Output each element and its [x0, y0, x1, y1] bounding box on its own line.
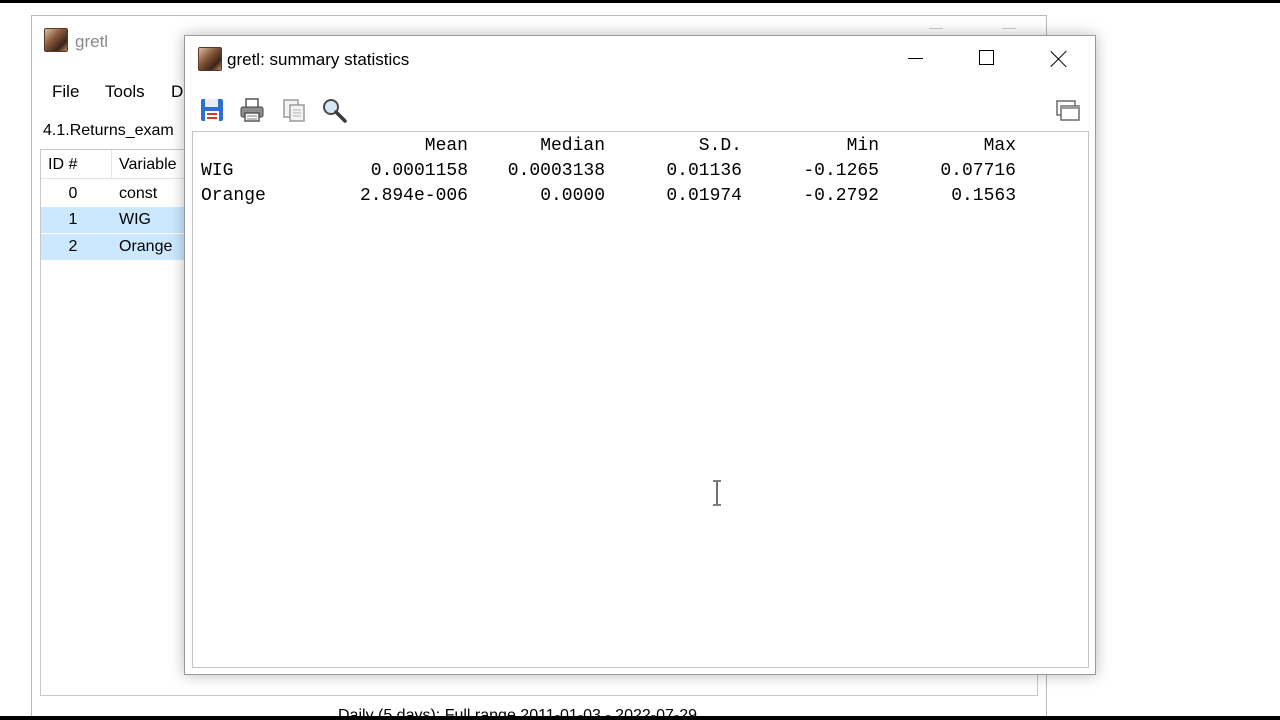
- minimize-button[interactable]: [885, 36, 945, 82]
- maximize-button[interactable]: [956, 36, 1016, 82]
- summary-statistics-table: Mean Median S.D. Min Max WIG 0.0001158 0…: [201, 133, 1016, 208]
- column-header-id[interactable]: ID #: [48, 156, 77, 174]
- cell-wig-median: 0.0003138: [507, 160, 605, 181]
- column-header-mean: Mean: [424, 135, 468, 156]
- cell-orange-min: -0.2792: [803, 185, 879, 206]
- variable-name: const: [119, 185, 158, 202]
- cell-orange-sd: 0.01974: [666, 185, 742, 206]
- dataset-name-label: 4.1.Returns_exam: [43, 122, 174, 139]
- stats-toolbar: [185, 92, 1095, 128]
- window-list-icon: [1056, 100, 1080, 121]
- print-button[interactable]: [238, 96, 266, 124]
- close-button[interactable]: [1028, 36, 1088, 82]
- cell-wig-sd: 0.01136: [666, 160, 742, 181]
- minimize-icon: [908, 58, 923, 59]
- copy-icon: [283, 99, 305, 122]
- screen-top-edge: [0, 0, 1280, 3]
- cell-orange-median: 0.0000: [540, 185, 605, 206]
- cell-wig-max: 0.07716: [940, 160, 1016, 181]
- column-separator[interactable]: [111, 150, 112, 179]
- search-icon: [323, 99, 347, 123]
- cell-wig-mean: 0.0001158: [370, 160, 468, 181]
- menu-data[interactable]: D: [171, 82, 183, 102]
- table-row: Orange 2.894e-006 0.0000 0.01974 -0.2792…: [201, 183, 1016, 208]
- menu-tools[interactable]: Tools: [105, 82, 145, 102]
- stats-titlebar[interactable]: gretl: summary statistics: [185, 36, 1095, 84]
- variable-id: 2: [68, 238, 78, 255]
- column-header-max: Max: [983, 135, 1016, 156]
- save-icon: [201, 99, 223, 121]
- print-icon: [240, 98, 264, 122]
- menu-file[interactable]: File: [52, 82, 79, 102]
- copy-button[interactable]: [280, 96, 308, 124]
- maximize-icon: [979, 50, 994, 65]
- main-window-title: gretl: [75, 32, 109, 51]
- stats-window-title: gretl: summary statistics: [227, 50, 410, 69]
- desktop: gretl File Tools D 4.1.Returns_exam ID #…: [0, 0, 1280, 720]
- table-header-row: Mean Median S.D. Min Max: [201, 133, 1016, 158]
- cell-orange-max: 0.1563: [951, 185, 1016, 206]
- column-header-median: Median: [540, 135, 605, 156]
- cell-wig-min: -0.1265: [803, 160, 879, 181]
- summary-statistics-window: gretl: summary statistics Mean Median S.…: [184, 35, 1096, 675]
- column-header-variable[interactable]: Variable: [119, 156, 177, 174]
- variable-name: WIG: [119, 211, 151, 228]
- row-label-orange: Orange: [201, 185, 266, 206]
- variable-id: 0: [68, 185, 78, 202]
- column-header-sd: S.D.: [698, 135, 742, 156]
- cell-orange-mean: 2.894e-006: [359, 185, 468, 206]
- gretl-app-icon: [44, 28, 68, 52]
- summary-statistics-output[interactable]: Mean Median S.D. Min Max WIG 0.0001158 0…: [192, 131, 1089, 668]
- window-list-button[interactable]: [1054, 96, 1082, 124]
- find-button[interactable]: [320, 96, 348, 124]
- save-button[interactable]: [198, 96, 226, 124]
- column-header-min: Min: [846, 135, 879, 156]
- screen-bottom-edge: [0, 716, 1280, 720]
- row-label-wig: WIG: [201, 160, 234, 181]
- variable-name: Orange: [119, 238, 173, 255]
- table-row: WIG 0.0001158 0.0003138 0.01136 -0.1265 …: [201, 158, 1016, 183]
- close-icon: [1050, 50, 1068, 68]
- text-cursor-icon: [713, 480, 721, 506]
- variable-id: 1: [68, 211, 78, 228]
- gretl-app-icon: [198, 47, 222, 71]
- row-label-header: [201, 133, 331, 158]
